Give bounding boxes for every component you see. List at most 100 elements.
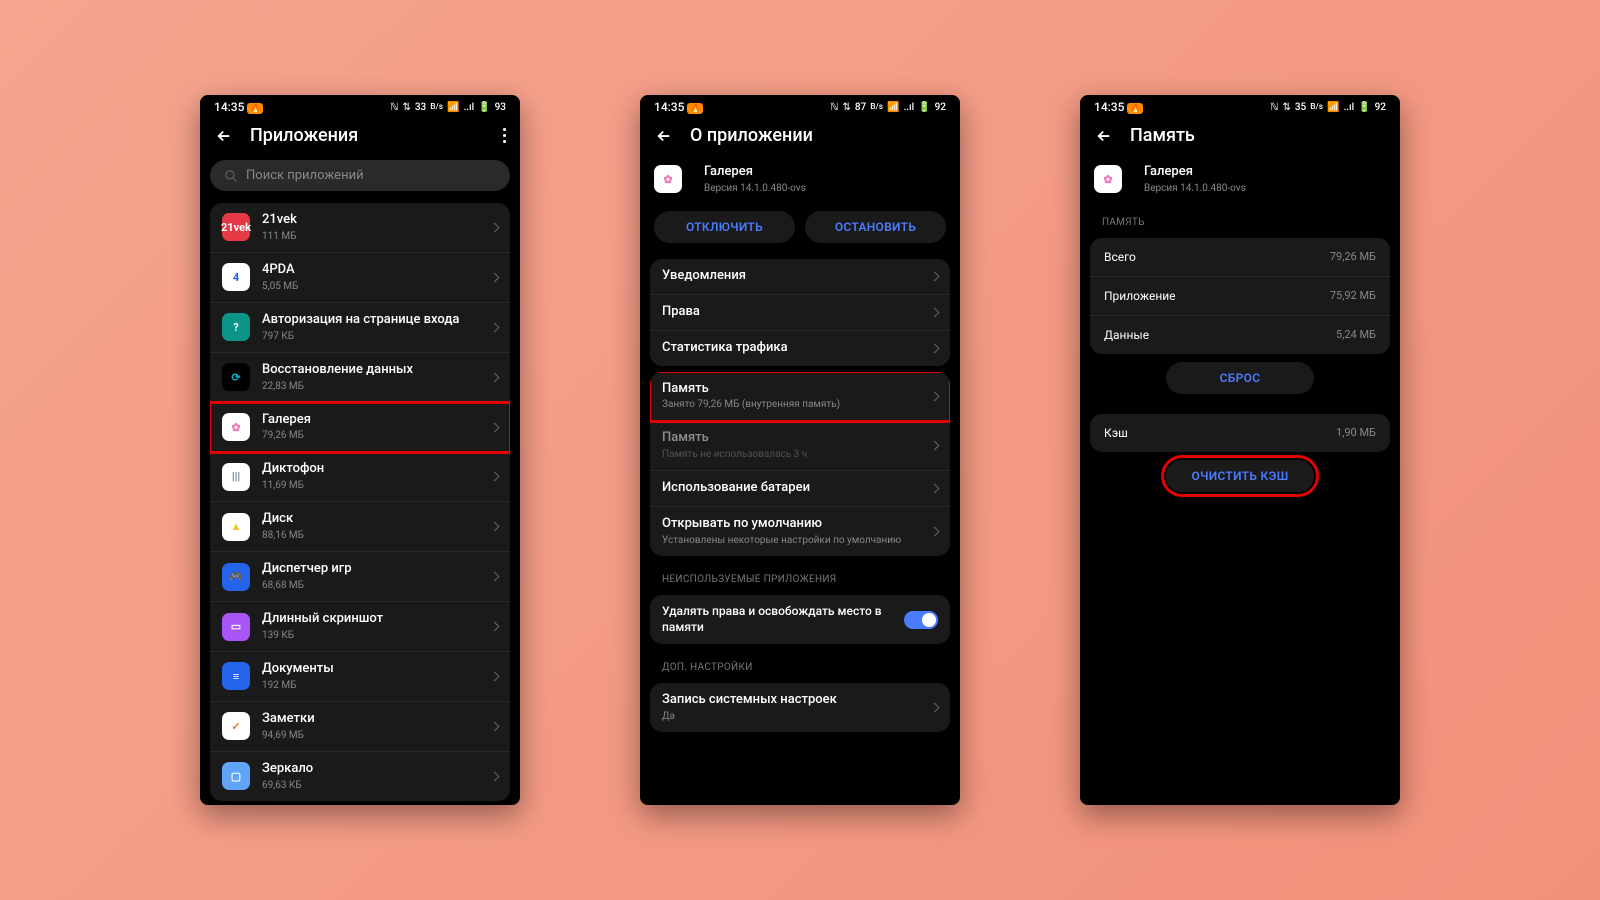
app-row[interactable]: ▭ Длинный скриншот139 КБ <box>210 602 510 652</box>
page-title: Память <box>1130 125 1386 146</box>
app-icon: ▲ <box>222 513 250 541</box>
chevron-right-icon <box>490 322 500 332</box>
disable-button[interactable]: ОТКЛЮЧИТЬ <box>654 211 795 243</box>
app-size: 69,63 КБ <box>262 779 491 792</box>
settings-row[interactable]: ПамятьПамять не использовалась 3 ч <box>650 421 950 471</box>
app-icon: ✿ <box>222 413 250 441</box>
app-size: 79,26 МБ <box>262 429 491 442</box>
screen-about: 14:35🔥 ℕ⇅87B/s📶..ıl🔋92 О приложении ✿ Га… <box>640 95 960 805</box>
chevron-right-icon <box>490 272 500 282</box>
back-icon[interactable] <box>214 126 234 146</box>
storage-kv: Всего79,26 МБ <box>1090 238 1390 277</box>
title-bar: Память <box>1080 117 1400 154</box>
app-row[interactable]: 🎮 Диспетчер игр68,68 МБ <box>210 552 510 602</box>
section-unused: НЕИСПОЛЬЗУЕМЫЕ ПРИЛОЖЕНИЯ <box>640 562 960 589</box>
app-size: 797 КБ <box>262 330 491 343</box>
app-info: ✿ Галерея Версия 14.1.0.480-ovs <box>1080 154 1400 205</box>
app-size: 88,16 МБ <box>262 529 491 542</box>
gallery-icon: ✿ <box>654 165 682 193</box>
app-name: Заметки <box>262 711 491 728</box>
app-row[interactable]: ? Авторизация на странице входа797 КБ <box>210 303 510 353</box>
gallery-icon: ✿ <box>1094 165 1122 193</box>
app-size: 11,69 МБ <box>262 479 491 492</box>
app-name: Диктофон <box>262 461 491 478</box>
reset-button[interactable]: СБРОС <box>1166 362 1314 394</box>
app-icon: 🎮 <box>222 563 250 591</box>
search-input[interactable]: Поиск приложений <box>210 160 510 191</box>
section-memory: ПАМЯТЬ <box>1080 205 1400 232</box>
chevron-right-icon <box>930 484 940 494</box>
chevron-right-icon <box>490 622 500 632</box>
chevron-right-icon <box>490 472 500 482</box>
settings-row[interactable]: ПамятьЗанято 79,26 МБ (внутренняя память… <box>650 372 950 422</box>
app-icon: 4 <box>222 263 250 291</box>
settings-row[interactable]: Открывать по умолчаниюУстановлены некото… <box>650 507 950 556</box>
chevron-right-icon <box>930 343 940 353</box>
app-name: Восстановление данных <box>262 362 491 379</box>
app-name: Галерея <box>1144 164 1386 181</box>
screen-apps: 14:35🔥 ℕ⇅33B/s📶..ıl🔋93 Приложения Поиск … <box>200 95 520 805</box>
search-icon <box>224 169 238 183</box>
chevron-right-icon <box>930 271 940 281</box>
app-row[interactable]: 4 4PDA5,05 МБ <box>210 253 510 303</box>
app-row[interactable]: ≡ Документы192 МБ <box>210 652 510 702</box>
chevron-right-icon <box>490 222 500 232</box>
clear-cache-button[interactable]: ОЧИСТИТЬ КЭШ <box>1166 460 1314 492</box>
settings-group-1: УведомленияПраваСтатистика трафика <box>650 259 950 366</box>
app-row[interactable]: ⟳ Восстановление данных22,83 МБ <box>210 353 510 403</box>
back-icon[interactable] <box>654 126 674 146</box>
title-bar: О приложении <box>640 117 960 154</box>
app-row[interactable]: 21vek 21vek111 МБ <box>210 203 510 253</box>
cache-row: Кэш 1,90 МБ <box>1090 414 1390 452</box>
app-size: 5,05 МБ <box>262 280 491 293</box>
settings-row[interactable]: Запись системных настроекДа <box>650 683 950 732</box>
app-icon: ▭ <box>222 613 250 641</box>
storage-kv: Приложение75,92 МБ <box>1090 277 1390 316</box>
app-name: Авторизация на странице входа <box>262 312 491 329</box>
app-size: 192 МБ <box>262 679 491 692</box>
app-size: 22,83 МБ <box>262 380 491 393</box>
screen-storage: 14:35🔥 ℕ⇅35B/s📶..ıl🔋92 Память ✿ Галерея … <box>1080 95 1400 805</box>
settings-row[interactable]: Права <box>650 295 950 331</box>
app-name: Галерея <box>262 412 491 429</box>
title-bar: Приложения <box>200 117 520 154</box>
hot-badge: 🔥 <box>247 103 263 114</box>
chevron-right-icon <box>490 721 500 731</box>
back-icon[interactable] <box>1094 126 1114 146</box>
chevron-right-icon <box>930 527 940 537</box>
app-row[interactable]: ||| Диктофон11,69 МБ <box>210 452 510 502</box>
app-size: 139 КБ <box>262 629 491 642</box>
settings-row[interactable]: Статистика трафика <box>650 331 950 366</box>
chevron-right-icon <box>930 307 940 317</box>
search-placeholder: Поиск приложений <box>246 168 364 183</box>
storage-breakdown: Всего79,26 МБПриложение75,92 МБДанные5,2… <box>1090 238 1390 354</box>
stop-button[interactable]: ОСТАНОВИТЬ <box>805 211 946 243</box>
apps-list: 21vek 21vek111 МБ 4 4PDA5,05 МБ ? Автори… <box>210 203 510 801</box>
status-bar: 14:35🔥 ℕ⇅87B/s📶..ıl🔋92 <box>640 95 960 117</box>
chevron-right-icon <box>490 522 500 532</box>
status-time: 14:35 <box>214 100 244 114</box>
app-icon: ≡ <box>222 662 250 690</box>
settings-row[interactable]: Использование батареи <box>650 471 950 507</box>
settings-group-2: ПамятьЗанято 79,26 МБ (внутренняя память… <box>650 372 950 557</box>
menu-icon[interactable] <box>502 128 506 143</box>
section-advanced: ДОП. НАСТРОЙКИ <box>640 650 960 677</box>
app-name: Диспетчер игр <box>262 561 491 578</box>
app-icon: ? <box>222 313 250 341</box>
app-size: 68,68 МБ <box>262 579 491 592</box>
app-version: Версия 14.1.0.480-ovs <box>1144 182 1386 195</box>
app-row[interactable]: ✓ Заметки94,69 МБ <box>210 702 510 752</box>
page-title: О приложении <box>690 125 946 146</box>
toggle-row[interactable]: Удалять права и освобождать место в памя… <box>650 595 950 644</box>
app-name: Галерея <box>704 164 946 181</box>
chevron-right-icon <box>490 422 500 432</box>
app-name: Длинный скриншот <box>262 611 491 628</box>
app-row[interactable]: ▲ Диск88,16 МБ <box>210 502 510 552</box>
toggle-switch[interactable] <box>904 611 938 629</box>
settings-row[interactable]: Уведомления <box>650 259 950 295</box>
app-icon: 21vek <box>222 213 250 241</box>
app-icon: ✓ <box>222 712 250 740</box>
app-row[interactable]: ✿ Галерея79,26 МБ <box>210 403 510 453</box>
app-row[interactable]: ▢ Зеркало69,63 КБ <box>210 752 510 801</box>
status-bar: 14:35🔥 ℕ⇅33B/s📶..ıl🔋93 <box>200 95 520 117</box>
